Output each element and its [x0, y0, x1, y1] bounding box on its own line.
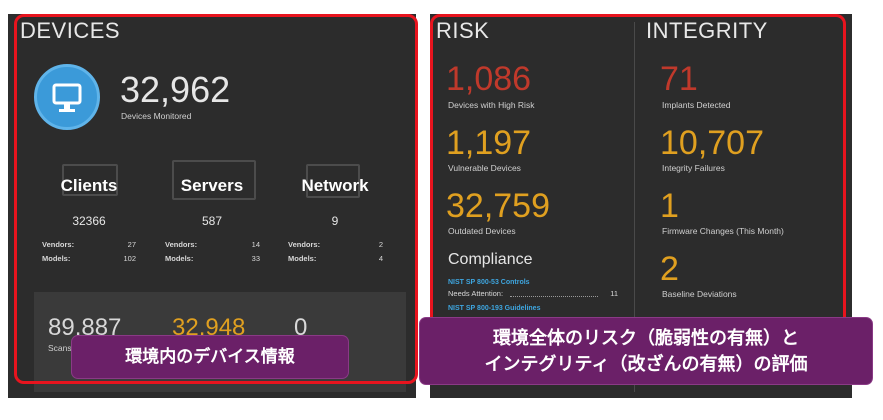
callout-line-2: インテグリティ（改ざんの有無）の評価 [484, 354, 808, 374]
risk-integrity-callout: 環境全体のリスク（脆弱性の有無）と インテグリティ（改ざんの有無）の評価 [420, 318, 872, 384]
callout-line-1: 環境全体のリスク（脆弱性の有無）と [493, 328, 799, 348]
devices-callout: 環境内のデバイス情報 [72, 336, 348, 378]
devices-highlight-box [14, 14, 418, 384]
